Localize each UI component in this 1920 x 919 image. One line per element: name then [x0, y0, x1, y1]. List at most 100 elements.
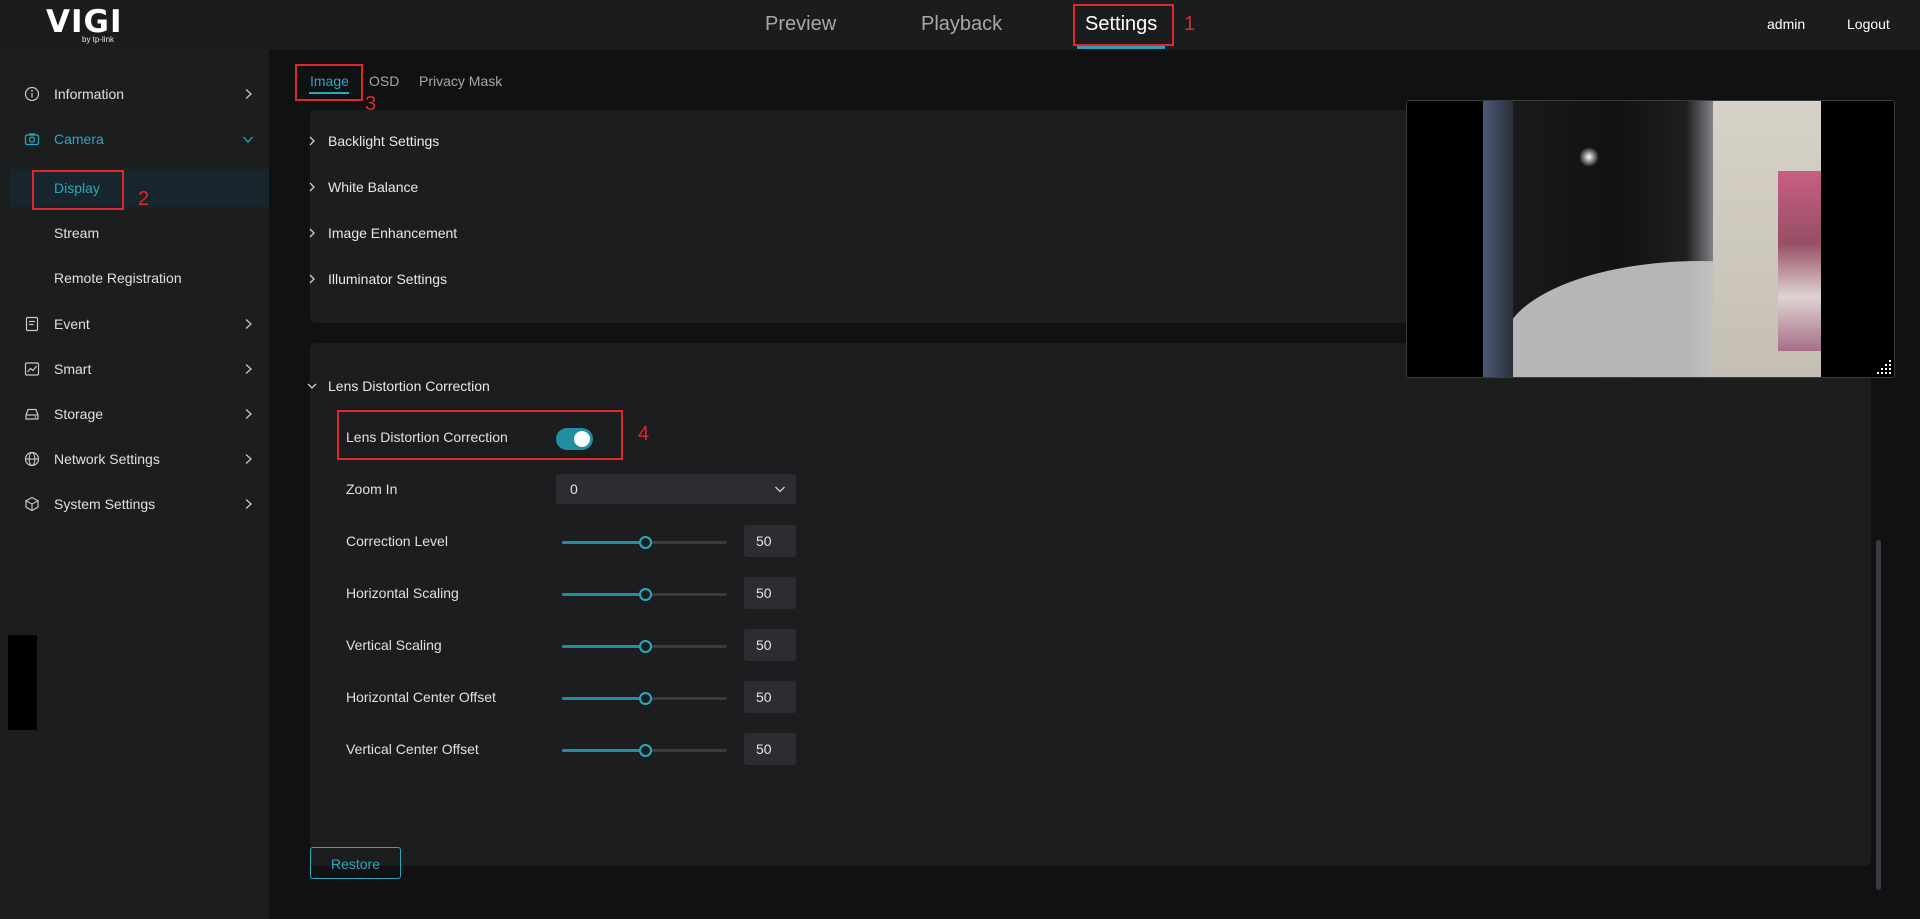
- accordion-image-enhancement[interactable]: Image Enhancement: [306, 218, 606, 248]
- event-icon: [25, 316, 39, 332]
- accordion-title: Lens Distortion Correction: [328, 378, 490, 394]
- slider-thumb[interactable]: [639, 640, 652, 653]
- slider-fill: [562, 593, 645, 596]
- slider-vertical-center-offset[interactable]: [562, 742, 727, 758]
- sidebar-subitem-label: Stream: [54, 225, 100, 241]
- lens-distortion-toggle[interactable]: [556, 428, 593, 450]
- slider-value: 50: [756, 741, 772, 757]
- tab-settings[interactable]: Settings: [1085, 13, 1157, 36]
- slider-vertical-scaling[interactable]: [562, 638, 727, 654]
- logout-button[interactable]: Logout: [1847, 16, 1890, 32]
- chevron-down-icon: [243, 136, 253, 143]
- resize-handle-icon[interactable]: [1876, 359, 1892, 375]
- sidebar-subitem-label: Remote Registration: [54, 270, 182, 286]
- logo-subtext: by tp-link: [82, 35, 115, 44]
- chevron-down-icon: [307, 383, 317, 389]
- slider-value: 50: [756, 637, 772, 653]
- chevron-right-icon: [309, 136, 315, 146]
- sidebar-item-camera[interactable]: Camera: [0, 119, 269, 159]
- slider-value: 50: [756, 689, 772, 705]
- sidebar-item-label: Event: [54, 316, 90, 332]
- user-name: admin: [1767, 16, 1806, 32]
- chevron-right-icon: [245, 364, 252, 374]
- toggle-knob: [574, 431, 590, 447]
- slider-label: Horizontal Scaling: [346, 585, 459, 601]
- accordion-title: Illuminator Settings: [328, 271, 448, 287]
- zoom-in-select[interactable]: 0: [556, 474, 796, 504]
- lens-distortion-panel: [310, 343, 1871, 866]
- storage-icon: [25, 408, 39, 420]
- tab-preview[interactable]: Preview: [765, 13, 836, 36]
- accordion-title: Backlight Settings: [328, 133, 440, 149]
- chevron-right-icon: [245, 89, 252, 99]
- sidebar-subitem-stream[interactable]: Stream: [10, 214, 269, 252]
- info-icon: [24, 86, 40, 102]
- slider-value-input[interactable]: 50: [744, 577, 796, 609]
- sidebar-item-smart[interactable]: Smart: [0, 349, 269, 389]
- zoom-in-label: Zoom In: [346, 481, 398, 497]
- subtab-privacy-mask[interactable]: Privacy Mask: [419, 73, 502, 89]
- sidebar-item-label: Camera: [54, 131, 104, 147]
- chevron-right-icon: [309, 182, 315, 192]
- slider-horizontal-scaling[interactable]: [562, 586, 727, 602]
- chevron-right-icon: [309, 228, 315, 238]
- slider-thumb[interactable]: [639, 692, 652, 705]
- cube-icon: [25, 496, 39, 512]
- lens-toggle-label: Lens Distortion Correction: [346, 429, 508, 445]
- sidebar-item-event[interactable]: Event: [0, 304, 269, 344]
- slider-label: Vertical Center Offset: [346, 741, 479, 757]
- sidebar-item-label: Network Settings: [54, 451, 160, 467]
- sidebar-item-label: System Settings: [54, 496, 156, 512]
- zoom-in-value: 0: [570, 481, 578, 497]
- slider-fill: [562, 697, 645, 700]
- camera-feed-image: [1483, 101, 1821, 377]
- slider-fill: [562, 749, 645, 752]
- sidebar-item-label: Information: [54, 86, 125, 102]
- sidebar-item-storage[interactable]: Storage: [0, 394, 269, 434]
- restore-button[interactable]: Restore: [310, 847, 401, 879]
- slider-fill: [562, 541, 645, 544]
- accordion-white-balance[interactable]: White Balance: [306, 172, 606, 202]
- sidebar-subitem-display[interactable]: Display: [10, 169, 269, 207]
- globe-icon: [24, 451, 40, 467]
- accordion-illuminator-settings[interactable]: Illuminator Settings: [306, 264, 606, 294]
- slider-value: 50: [756, 585, 772, 601]
- sidebar-item-network-settings[interactable]: Network Settings: [0, 439, 269, 479]
- black-block: [8, 635, 37, 730]
- sidebar-item-system-settings[interactable]: System Settings: [0, 484, 269, 524]
- chevron-right-icon: [245, 319, 252, 329]
- chevron-right-icon: [309, 274, 315, 284]
- slider-label: Vertical Scaling: [346, 637, 442, 653]
- accordion-title: White Balance: [328, 179, 419, 195]
- chevron-right-icon: [245, 499, 252, 509]
- subtab-osd[interactable]: OSD: [369, 73, 399, 89]
- active-tab-indicator: [1077, 46, 1165, 49]
- tab-playback[interactable]: Playback: [921, 13, 1002, 36]
- slider-value-input[interactable]: 50: [744, 733, 796, 765]
- subtab-active-indicator: [309, 92, 349, 94]
- slider-correction-level[interactable]: [562, 534, 727, 550]
- slider-label: Horizontal Center Offset: [346, 689, 496, 705]
- slider-value-input[interactable]: 50: [744, 525, 796, 557]
- live-preview[interactable]: [1406, 100, 1895, 378]
- slider-value-input[interactable]: 50: [744, 681, 796, 713]
- subtab-image[interactable]: Image: [310, 73, 349, 89]
- slider-thumb[interactable]: [639, 744, 652, 757]
- chevron-down-icon: [775, 486, 785, 493]
- vigi-logo: VIGI by tp-link: [46, 4, 142, 44]
- accordion-lens-distortion-correction[interactable]: Lens Distortion Correction: [306, 371, 606, 401]
- scrollbar[interactable]: [1876, 540, 1881, 890]
- slider-value: 50: [756, 533, 772, 549]
- camera-icon: [24, 133, 40, 146]
- sidebar-item-label: Smart: [54, 361, 92, 377]
- slider-fill: [562, 645, 645, 648]
- sidebar-subitem-remote-registration[interactable]: Remote Registration: [10, 259, 269, 297]
- accordion-backlight-settings[interactable]: Backlight Settings: [306, 126, 606, 156]
- sidebar-item-information[interactable]: Information: [0, 74, 269, 114]
- slider-horizontal-center-offset[interactable]: [562, 690, 727, 706]
- slider-thumb[interactable]: [639, 536, 652, 549]
- slider-thumb[interactable]: [639, 588, 652, 601]
- chevron-right-icon: [245, 409, 252, 419]
- top-bar: VIGI by tp-link Preview Playback Setting…: [0, 0, 1920, 50]
- slider-value-input[interactable]: 50: [744, 629, 796, 661]
